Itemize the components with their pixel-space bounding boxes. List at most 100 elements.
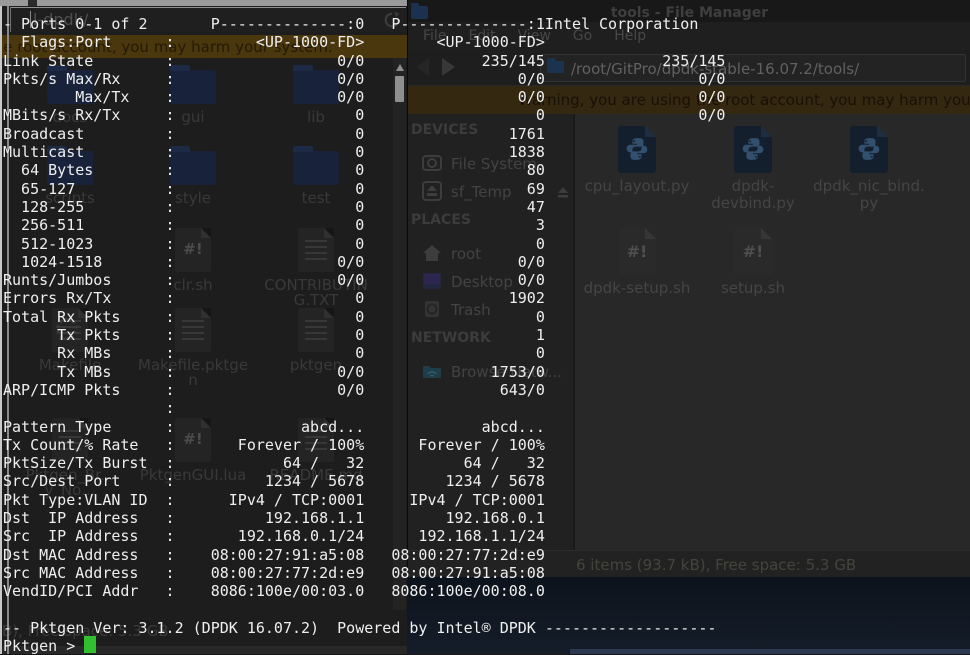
file-label: pktgen — [256, 358, 376, 373]
folder-icon — [293, 70, 339, 104]
file-label: docs — [10, 110, 130, 125]
python-file-icon — [618, 126, 656, 173]
file-label: clr.sh — [133, 278, 253, 293]
refresh-icon[interactable] — [383, 11, 401, 29]
left-fm-bottom-edge — [0, 646, 407, 654]
file-label: Pktgen_Br...y_No... — [10, 468, 130, 498]
text-file-icon — [52, 418, 88, 462]
file-item[interactable]: dpdk_nic_bind.py — [813, 126, 925, 212]
file-item[interactable]: cpu_layout.py — [581, 126, 693, 195]
text-file-icon — [298, 418, 334, 462]
sidebar-item-sf-temp[interactable]: sf_Temp — [408, 178, 573, 206]
list-item[interactable]: docs — [10, 62, 130, 125]
left-fm-scrollbar-thumb[interactable] — [395, 76, 404, 102]
sidebar-header-network: NETWORK — [411, 330, 491, 346]
sidebar-item-browse-netw-[interactable]: Browse Netw... — [408, 358, 573, 386]
sidebar-header-devices: DEVICES — [411, 122, 478, 138]
tools-file-manager-window: tools - File Manager FileEditViewGoHelp … — [407, 0, 970, 577]
menu-item-file[interactable]: File — [412, 28, 457, 44]
folder-icon — [47, 151, 93, 185]
sidebar-header-places: PLACES — [411, 212, 471, 228]
left-fm-titlebar-edge — [0, 0, 407, 6]
network-icon — [421, 360, 443, 382]
list-item[interactable]: pktgen — [256, 308, 376, 373]
back-arrow-icon[interactable] — [416, 58, 429, 76]
sidebar-item-label: Desktop — [451, 273, 513, 291]
file-label: dpdk-setup.sh — [581, 280, 693, 297]
file-label: Makefile — [10, 358, 130, 373]
list-item[interactable]: #! clr.sh — [133, 228, 253, 293]
text-file-icon — [175, 308, 211, 352]
text-file-icon — [298, 308, 334, 352]
eject-icon[interactable] — [556, 184, 570, 198]
home-icon — [421, 242, 443, 264]
list-item[interactable]: #! PktgenGUI.lua — [133, 418, 253, 483]
file-item[interactable]: #! dpdk-setup.sh — [581, 228, 693, 297]
sidebar-item-file-system[interactable]: File System — [408, 150, 573, 178]
python-file-icon — [850, 126, 888, 173]
file-item[interactable]: dpdk-devbind.py — [697, 126, 809, 212]
list-item[interactable]: README.md — [256, 418, 376, 483]
menu-item-view[interactable]: View — [507, 28, 562, 44]
list-item[interactable]: gui — [133, 62, 253, 125]
sidebar: DEVICES File System sf_Temp PLACES root Deskt… — [408, 114, 573, 550]
list-item[interactable]: lib — [256, 62, 376, 125]
title-bar[interactable]: tools - File Manager — [408, 0, 970, 22]
file-label: setup.sh — [697, 280, 809, 297]
folder-icon — [170, 151, 216, 185]
sidebar-item-desktop[interactable]: Desktop — [408, 268, 573, 296]
file-label: CONTRIBUTING.TXT — [256, 278, 376, 308]
sidebar-item-label: root — [451, 245, 481, 263]
shebang-glyph: #! — [175, 430, 211, 448]
shell-script-icon: #! — [175, 418, 211, 462]
file-label: dpdk_nic_bind.py — [813, 178, 925, 212]
warning-text: Warning, you are using the root account,… — [518, 91, 970, 109]
menu-item-help[interactable]: Help — [603, 28, 657, 44]
left-fm-warning-text: Warning, you are using the root account,… — [0, 38, 333, 56]
menu-item-go[interactable]: Go — [562, 28, 603, 44]
list-item[interactable]: test — [256, 143, 376, 206]
sidebar-item-label: Trash — [451, 301, 491, 319]
window-title: tools - File Manager — [408, 5, 970, 21]
list-item[interactable]: Makefile.pktgen — [133, 308, 253, 388]
file-item[interactable]: dppmo — [933, 126, 970, 212]
shell-script-icon: #! — [175, 228, 211, 272]
file-label: cpu_layout.py — [581, 178, 693, 195]
file-item[interactable]: #! setup.sh — [697, 228, 809, 297]
left-fm-scrollbar[interactable] — [393, 58, 406, 610]
text-file-icon — [52, 308, 88, 352]
file-label: README.md — [256, 468, 376, 483]
menu-item-edit[interactable]: Edit — [457, 28, 506, 44]
path-text: /root/GitPro/dpdk-stable-16.07.2/tools/ — [571, 60, 859, 78]
volume-icon — [421, 180, 443, 202]
sidebar-item-trash[interactable]: Trash — [408, 296, 573, 324]
status-bar: 6 items (93.7 kB), Free space: 5.3 GB — [408, 550, 970, 577]
file-label: PktgenGUI.lua — [133, 468, 253, 483]
file-label: Makefile.pktgen — [133, 358, 253, 388]
file-list-area[interactable]: cpu_layout.pydpdk-devbind.pydpdk_nic_bin… — [575, 114, 970, 550]
terminal-left-border — [0, 6, 2, 654]
file-label: style — [133, 191, 253, 206]
sidebar-item-label: sf_Temp — [451, 183, 512, 201]
desktop-icon — [421, 270, 443, 292]
trash-icon — [421, 298, 443, 320]
list-item[interactable]: Pktgen_Br...y_No... — [10, 418, 130, 498]
list-item[interactable]: scripts — [10, 143, 130, 206]
scroll-up-arrow-icon[interactable] — [396, 64, 404, 71]
shebang-glyph: #! — [618, 242, 656, 261]
gear-icon — [56, 318, 78, 340]
file-label: dppmo — [933, 178, 970, 212]
folder-icon — [47, 70, 93, 104]
shell-script-icon: #! — [734, 228, 772, 275]
terminal-left-border-inner[interactable] — [7, 6, 9, 654]
list-item[interactable]: CONTRIBUTING.TXT — [256, 228, 376, 308]
forward-arrow-icon[interactable] — [442, 58, 455, 76]
menu-bar: FileEditViewGoHelp — [408, 22, 970, 50]
sidebar-item-label: Browse Netw... — [451, 363, 562, 381]
drive-icon — [421, 152, 443, 174]
text-file-icon — [298, 228, 334, 272]
list-item[interactable]: style — [133, 143, 253, 206]
sidebar-item-root[interactable]: root — [408, 240, 573, 268]
list-item[interactable]: Makefile — [10, 308, 130, 373]
terminal-cursor — [84, 636, 96, 653]
